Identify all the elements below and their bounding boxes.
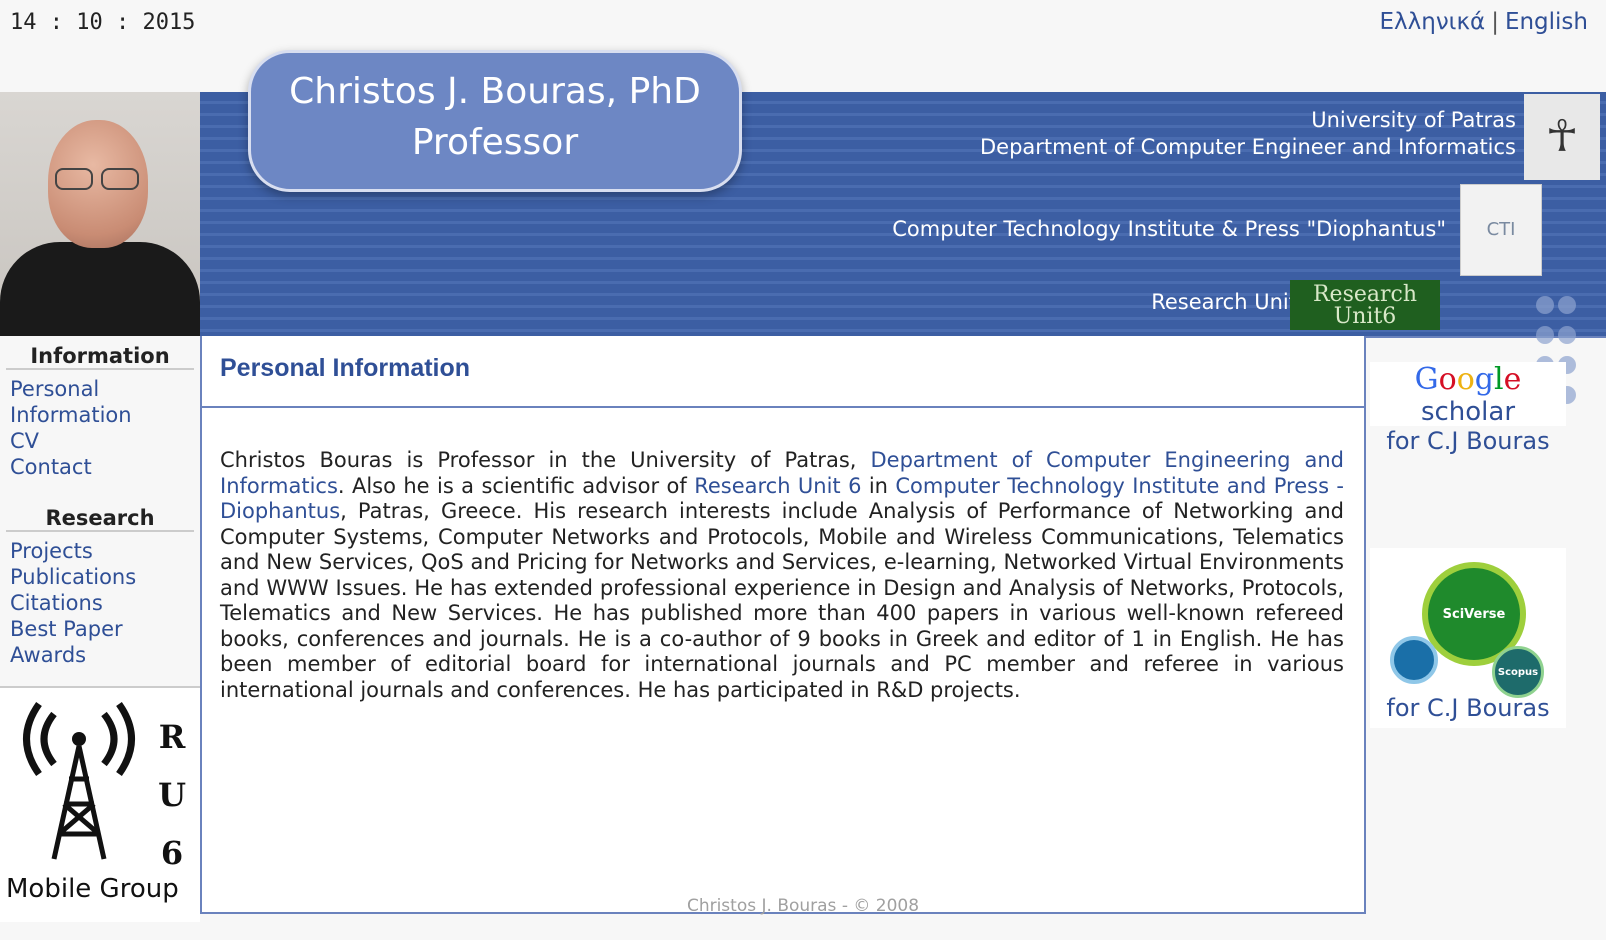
sidebar-item-cv[interactable]: CV bbox=[0, 428, 200, 454]
google-scholar-for: for C.J Bouras bbox=[1386, 427, 1550, 455]
university-logo-icon[interactable]: ☥ bbox=[1524, 94, 1600, 180]
university-info: University of Patras Department of Compu… bbox=[980, 107, 1516, 161]
scholar-label: scholar bbox=[1420, 397, 1516, 427]
name-title-box: Christos J. Bouras, PhD Professor bbox=[248, 50, 742, 192]
language-switcher: Ελληνικά | English bbox=[1380, 9, 1589, 35]
sidebar-item-personal-information[interactable]: Personal Information bbox=[0, 376, 200, 428]
cti-logo-icon[interactable]: CTI bbox=[1460, 184, 1542, 276]
main-content: Personal Information Christos Bouras is … bbox=[200, 336, 1366, 914]
name-title: Christos J. Bouras, PhD bbox=[289, 71, 701, 112]
lang-english-link[interactable]: English bbox=[1505, 9, 1588, 35]
sidebar-item-publications[interactable]: Publications bbox=[0, 564, 200, 590]
sidebar-info-title: Information bbox=[6, 336, 194, 370]
right-sidebar: Google scholar for C.J Bouras SciVerse S… bbox=[1370, 336, 1606, 936]
photo-shirt bbox=[0, 242, 200, 336]
bio-text-start: Christos Bouras is Professor in the Univ… bbox=[220, 448, 871, 472]
bio-text-mid1: . Also he is a scientific advisor of bbox=[337, 473, 695, 498]
top-bar: 14 : 10 : 2015 Ελληνικά | English bbox=[0, 0, 1606, 50]
sidebar-research-title: Research bbox=[6, 498, 194, 532]
lang-separator: | bbox=[1491, 9, 1499, 35]
antenna-icon bbox=[14, 694, 144, 883]
sidebar-info-nav: Personal Information CV Contact bbox=[0, 376, 200, 480]
footer-copyright: Christos J. Bouras - © 2008 bbox=[686, 896, 920, 916]
bio-text-mid2: in bbox=[861, 473, 896, 498]
profile-photo bbox=[0, 92, 200, 336]
photo-glasses bbox=[55, 168, 141, 190]
research-unit-link[interactable]: Research Unit 6 bbox=[694, 474, 861, 498]
research-unit-logo-icon[interactable]: Research Unit6 bbox=[1290, 280, 1440, 330]
position-title: Professor bbox=[411, 122, 579, 163]
sidebar-item-contact[interactable]: Contact bbox=[0, 454, 200, 480]
sidebar-item-citations[interactable]: Citations bbox=[0, 590, 200, 616]
scopus-link[interactable]: SciVerse Scopus for C.J Bouras bbox=[1370, 548, 1566, 728]
ru6-letter-u: U bbox=[158, 776, 186, 814]
sidebar-research-nav: Projects Publications Citations Best Pap… bbox=[0, 538, 200, 668]
lang-greek-link[interactable]: Ελληνικά bbox=[1380, 9, 1486, 35]
small-blue-circle-icon bbox=[1390, 636, 1438, 684]
cti-name: Computer Technology Institute & Press "D… bbox=[892, 217, 1446, 241]
sidebar-item-best-paper-awards[interactable]: Best Paper Awards bbox=[0, 616, 200, 668]
department-name: Department of Computer Engineer and Info… bbox=[979, 135, 1516, 159]
scopus-circle-icon: Scopus bbox=[1492, 646, 1544, 698]
ru6-letter-r: R bbox=[158, 718, 186, 756]
sidebar-item-projects[interactable]: Projects bbox=[0, 538, 200, 564]
scopus-for: for C.J Bouras bbox=[1386, 694, 1550, 722]
google-scholar-link[interactable]: Google scholar for C.J Bouras bbox=[1370, 362, 1566, 455]
current-date: 14 : 10 : 2015 bbox=[10, 10, 196, 35]
google-logo: Google bbox=[1414, 362, 1522, 397]
page-title: Personal Information bbox=[202, 336, 1364, 408]
university-name: University of Patras bbox=[1311, 108, 1516, 132]
ru6-mobile-group-logo[interactable]: R U 6 Mobile Group bbox=[0, 688, 200, 922]
bio-paragraph: Christos Bouras is Professor in the Univ… bbox=[220, 448, 1344, 703]
bio-text-end: , Patras, Greece. His research interests… bbox=[220, 499, 1344, 702]
sidebar: Information Personal Information CV Cont… bbox=[0, 336, 200, 922]
ru6-letters: R U 6 bbox=[158, 708, 186, 882]
